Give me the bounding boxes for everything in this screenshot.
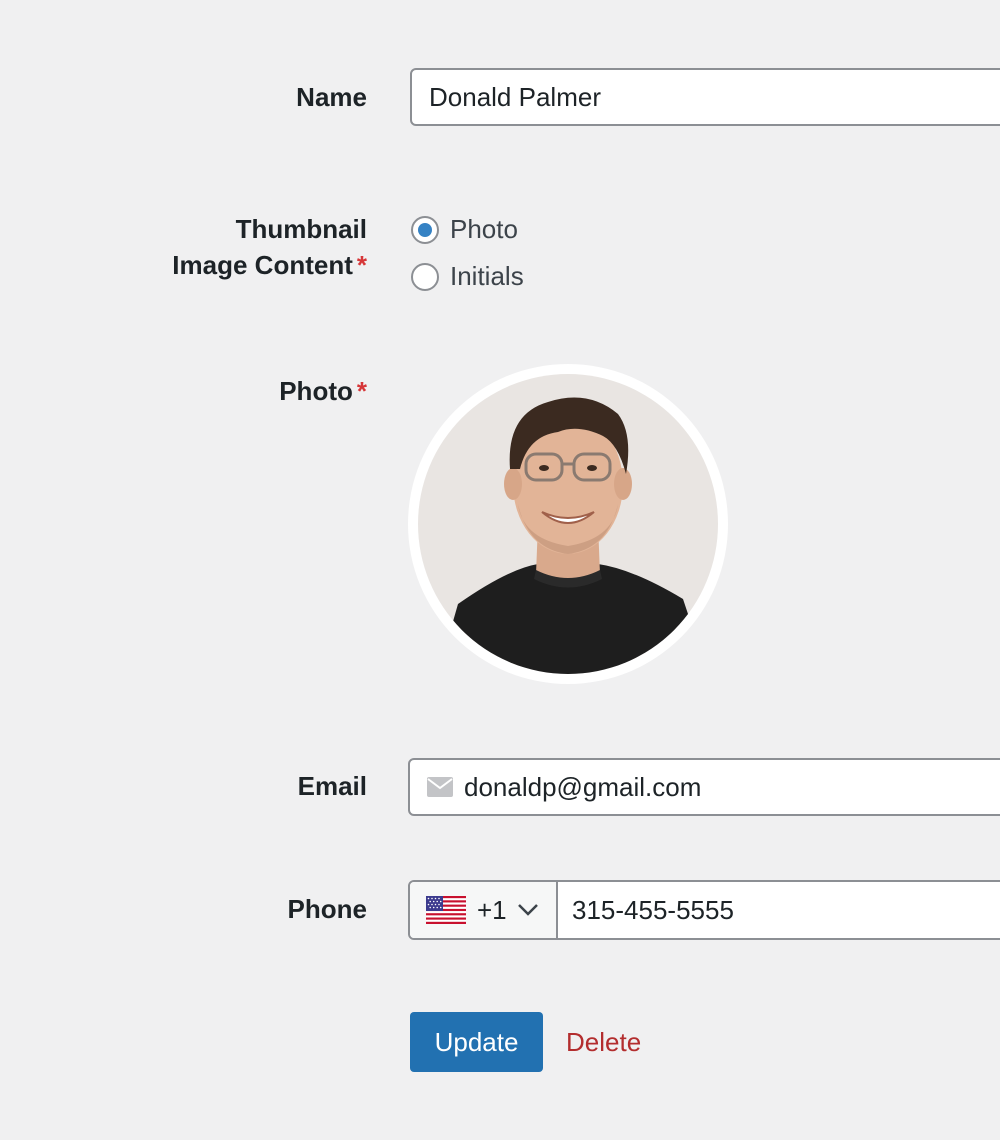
thumbnail-label: Thumbnail Image Content * <box>172 214 367 280</box>
contact-edit-form: Name Donald Palmer Thumbnail Image Conte… <box>0 0 1000 1140</box>
name-label: Name <box>296 82 367 112</box>
required-asterisk: * <box>356 376 367 406</box>
radio-option-photo[interactable]: Photo <box>411 214 518 245</box>
radio-photo-label: Photo <box>450 214 518 244</box>
phone-number-value: 315-455-5555 <box>572 894 734 925</box>
us-flag-icon <box>426 896 466 924</box>
email-input-value: donaldp@gmail.com <box>464 771 702 802</box>
radio-initials[interactable] <box>411 262 439 291</box>
phone-number-input[interactable]: 315-455-5555 <box>558 882 1000 938</box>
name-input-value: Donald Palmer <box>429 81 601 112</box>
radio-initials-label: Initials <box>450 261 524 291</box>
radio-photo[interactable] <box>411 215 439 244</box>
photo-label: Photo * <box>279 376 367 406</box>
chevron-down-icon <box>517 904 538 916</box>
email-input[interactable]: donaldp@gmail.com <box>408 758 1000 816</box>
email-label: Email <box>297 771 367 801</box>
photo-avatar[interactable] <box>408 364 728 684</box>
radio-option-initials[interactable]: Initials <box>411 261 524 292</box>
required-asterisk: * <box>356 250 367 280</box>
update-button[interactable]: Update <box>410 1012 543 1072</box>
country-code-value: +1 <box>477 894 507 925</box>
name-input[interactable]: Donald Palmer <box>410 68 1000 126</box>
profile-photo <box>418 374 718 674</box>
delete-link[interactable]: Delete <box>566 1024 641 1060</box>
phone-label: Phone <box>287 894 367 924</box>
country-code-select[interactable]: +1 <box>410 882 558 938</box>
envelope-icon <box>427 777 453 797</box>
phone-field: +1 315-455-5555 <box>408 880 1000 940</box>
